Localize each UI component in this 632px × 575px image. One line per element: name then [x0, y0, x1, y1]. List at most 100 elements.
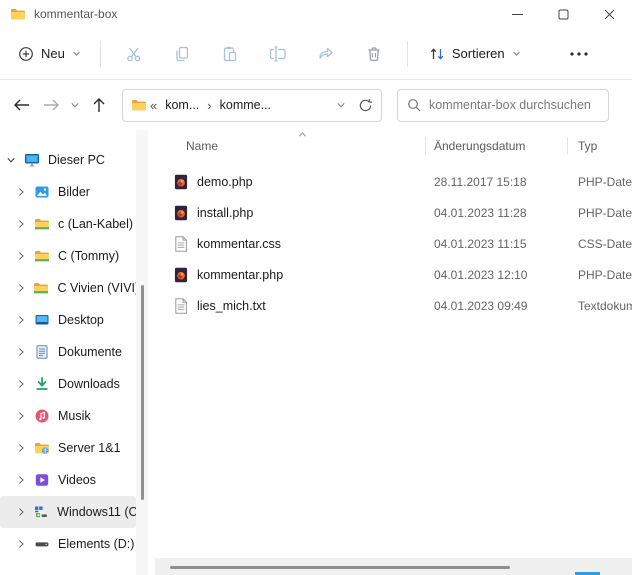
column-header-type[interactable]: Typ	[578, 139, 632, 153]
sidebar-scrollbar-thumb[interactable]	[141, 285, 144, 500]
new-button[interactable]: Neu	[8, 39, 91, 69]
breadcrumb-collapse-icon[interactable]: «	[150, 98, 157, 113]
chevron-right-icon[interactable]	[14, 475, 28, 485]
sidebar-item-label: c (Lan-Kabel)	[58, 217, 133, 231]
column-header-date[interactable]: Änderungsdatum	[434, 139, 578, 153]
breadcrumb-segment[interactable]: komme...	[220, 98, 271, 112]
chevron-right-icon[interactable]	[14, 443, 28, 453]
sidebar-item-windows11-c[interactable]: Windows11 (C:	[0, 496, 136, 528]
minimize-button[interactable]	[494, 0, 540, 28]
sidebar-item-c-lan-kabel[interactable]: c (Lan-Kabel)	[0, 208, 136, 240]
file-row-kommentar-css[interactable]: kommentar.css 04.01.2023 11:15 CSS-Datei	[155, 228, 632, 259]
navigation-pane: Dieser PC Bilder c (Lan-Kabel) C (Tommy)…	[0, 130, 136, 575]
chevron-right-icon[interactable]	[14, 379, 28, 389]
sidebar-item-c-vivien[interactable]: C Vivien (VIVI)	[0, 272, 136, 304]
text-file-icon	[172, 297, 190, 315]
downloads-icon	[34, 376, 50, 392]
sidebar-item-dokumente[interactable]: Dokumente	[0, 336, 136, 368]
address-dropdown-icon[interactable]	[336, 100, 346, 110]
pictures-icon	[34, 184, 50, 200]
column-header-row: Name Änderungsdatum Typ	[155, 130, 632, 162]
refresh-icon[interactable]	[358, 98, 373, 113]
sidebar-item-musik[interactable]: Musik	[0, 400, 136, 432]
music-icon	[34, 408, 50, 424]
network-folder-icon	[34, 440, 50, 456]
sidebar-item-dieser-pc[interactable]: Dieser PC	[0, 144, 136, 176]
file-modified-date: 04.01.2023 11:15	[434, 237, 578, 251]
delete-button[interactable]	[354, 36, 394, 72]
arrow-left-icon	[13, 98, 30, 112]
chevron-down-icon[interactable]	[4, 155, 18, 165]
title-bar: kommentar-box	[0, 0, 632, 28]
more-options-button[interactable]	[559, 43, 599, 65]
search-box[interactable]	[397, 89, 609, 122]
external-drive-icon	[34, 536, 50, 552]
sidebar-item-label: Dokumente	[58, 345, 122, 359]
chevron-right-icon[interactable]	[14, 315, 28, 325]
forward-button[interactable]	[36, 90, 66, 120]
this-pc-icon	[24, 152, 40, 168]
maximize-button[interactable]	[540, 0, 586, 28]
back-button[interactable]	[6, 90, 36, 120]
share-button[interactable]	[306, 36, 346, 72]
column-header-name[interactable]: Name	[155, 139, 434, 153]
file-type: PHP-Datei	[578, 206, 632, 220]
close-button[interactable]	[586, 0, 632, 28]
pane-divider	[148, 130, 155, 575]
chevron-right-icon[interactable]	[14, 507, 27, 517]
file-row-demo-php[interactable]: demo.php 28.11.2017 15:18 PHP-Datei	[155, 166, 632, 197]
sidebar-item-server-1und1[interactable]: Server 1&1	[0, 432, 136, 464]
sidebar-item-c-tommy[interactable]: C (Tommy)	[0, 240, 136, 272]
documents-icon	[34, 344, 50, 360]
sidebar-item-elements-d[interactable]: Elements (D:)	[0, 528, 136, 560]
cut-button[interactable]	[114, 36, 154, 72]
chevron-right-icon[interactable]	[14, 187, 28, 197]
sidebar-item-videos[interactable]: Videos	[0, 464, 136, 496]
file-row-lies-mich-txt[interactable]: lies_mich.txt 04.01.2023 09:49 Textdokum…	[155, 290, 632, 321]
chevron-right-icon[interactable]	[14, 347, 28, 357]
column-divider[interactable]	[567, 137, 568, 155]
toolbar-separator	[407, 41, 408, 67]
file-list-empty-area[interactable]	[155, 321, 632, 558]
chevron-right-icon[interactable]	[14, 251, 28, 261]
chevron-right-icon[interactable]	[14, 219, 28, 229]
sidebar-item-label: Videos	[58, 473, 96, 487]
close-icon	[604, 9, 615, 20]
sidebar-item-desktop[interactable]: Desktop	[0, 304, 136, 336]
rename-icon	[269, 45, 287, 63]
maximize-icon	[558, 9, 569, 20]
trash-icon	[365, 45, 383, 63]
file-type: PHP-Datei	[578, 268, 632, 282]
search-input[interactable]	[429, 98, 599, 112]
share-icon	[317, 45, 335, 63]
column-divider[interactable]	[425, 137, 426, 155]
chevron-right-icon[interactable]	[14, 539, 28, 549]
address-bar[interactable]: « kom... › komme...	[122, 89, 382, 122]
plus-circle-icon	[18, 46, 34, 62]
sidebar-item-label: Elements (D:)	[58, 537, 134, 551]
file-row-kommentar-php[interactable]: kommentar.php 04.01.2023 12:10 PHP-Datei	[155, 259, 632, 290]
recent-locations-button[interactable]	[66, 90, 84, 120]
sort-button[interactable]: Sortieren	[421, 39, 529, 69]
horizontal-scrollbar-thumb[interactable]	[170, 566, 510, 569]
toolbar-separator	[100, 41, 101, 67]
sidebar-item-bilder[interactable]: Bilder	[0, 176, 136, 208]
horizontal-scrollbar-track[interactable]	[155, 558, 632, 575]
sidebar-item-label: Dieser PC	[48, 153, 105, 167]
file-row-install-php[interactable]: install.php 04.01.2023 11:28 PHP-Datei	[155, 197, 632, 228]
chevron-right-icon[interactable]	[14, 283, 27, 293]
chevron-right-icon[interactable]	[14, 411, 28, 421]
breadcrumb-separator-icon[interactable]: ›	[207, 98, 211, 113]
file-modified-date: 04.01.2023 09:49	[434, 299, 578, 313]
copy-button[interactable]	[162, 36, 202, 72]
sidebar-scrollbar-track[interactable]	[136, 130, 148, 575]
synced-folder-icon	[33, 280, 49, 296]
paste-button[interactable]	[210, 36, 250, 72]
file-name: kommentar.php	[197, 268, 283, 282]
sort-icon	[429, 46, 445, 62]
breadcrumb-segment[interactable]: kom...	[165, 98, 199, 112]
rename-button[interactable]	[258, 36, 298, 72]
sidebar-item-downloads[interactable]: Downloads	[0, 368, 136, 400]
file-type: CSS-Datei	[578, 237, 632, 251]
up-button[interactable]	[84, 90, 114, 120]
